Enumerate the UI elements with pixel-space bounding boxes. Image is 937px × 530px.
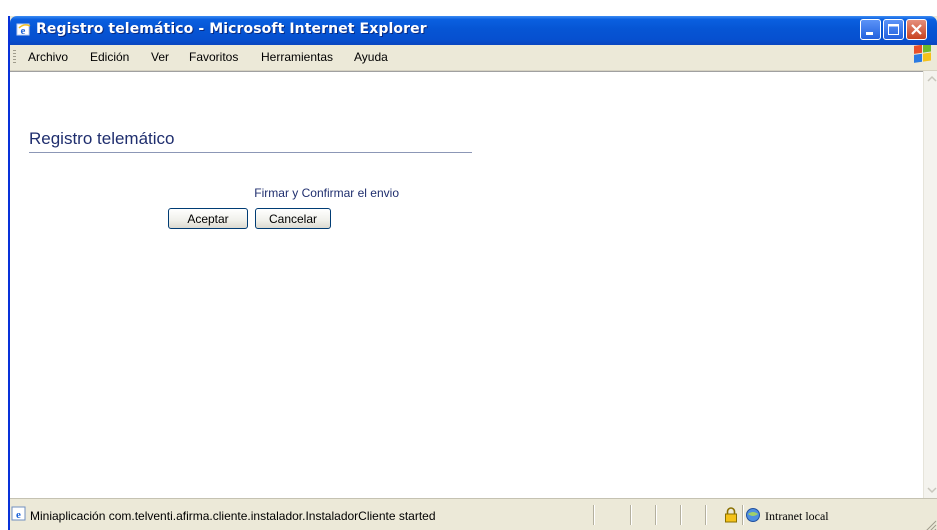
menu-ayuda[interactable]: Ayuda — [354, 50, 388, 64]
internet-explorer-icon: e — [16, 22, 32, 38]
title-bar[interactable]: e Registro telemático - Microsoft Intern… — [10, 16, 937, 45]
status-separator — [680, 505, 681, 525]
lock-icon — [724, 507, 738, 523]
status-separator — [742, 505, 743, 525]
vertical-scrollbar[interactable] — [923, 71, 937, 498]
windows-logo-icon — [899, 43, 937, 70]
page-title: Registro telemático — [29, 129, 175, 148]
menu-archivo[interactable]: Archivo — [28, 50, 68, 64]
menu-edicion[interactable]: Edición — [90, 50, 129, 64]
status-separator — [593, 505, 594, 525]
intranet-zone-icon — [745, 507, 762, 523]
menu-ver[interactable]: Ver — [151, 50, 169, 64]
window-title: Registro telemático - Microsoft Internet… — [36, 21, 427, 37]
page-content: Registro telemático Firmar y Confirmar e… — [10, 71, 923, 499]
title-divider — [29, 152, 472, 153]
minimize-button[interactable] — [860, 19, 881, 40]
status-text: Miniaplicación com.telventi.afirma.clien… — [30, 509, 436, 523]
scroll-up-arrow-icon[interactable] — [924, 71, 937, 87]
scroll-down-arrow-icon[interactable] — [924, 482, 937, 498]
resize-grip-icon[interactable] — [923, 517, 937, 530]
status-bar: e Miniaplicación com.telventi.afirma.cli… — [10, 498, 937, 530]
cancel-button[interactable]: Cancelar — [255, 208, 331, 229]
page-icon: e — [11, 506, 27, 522]
security-zone-label: Intranet local — [765, 509, 829, 523]
status-separator — [655, 505, 656, 525]
menu-herramientas[interactable]: Herramientas — [261, 50, 333, 64]
status-separator — [630, 505, 631, 525]
status-separator — [705, 505, 706, 525]
close-button[interactable] — [906, 19, 927, 40]
menu-bar: Archivo Edición Ver Favoritos Herramient… — [10, 43, 937, 71]
svg-text:e: e — [16, 509, 21, 521]
sign-prompt: Firmar y Confirmar el envio — [254, 186, 399, 200]
menu-favoritos[interactable]: Favoritos — [189, 50, 238, 64]
toolbar-grip[interactable] — [13, 50, 16, 64]
accept-button[interactable]: Aceptar — [168, 208, 248, 229]
browser-window: e Registro telemático - Microsoft Intern… — [8, 16, 937, 530]
maximize-button[interactable] — [883, 19, 904, 40]
